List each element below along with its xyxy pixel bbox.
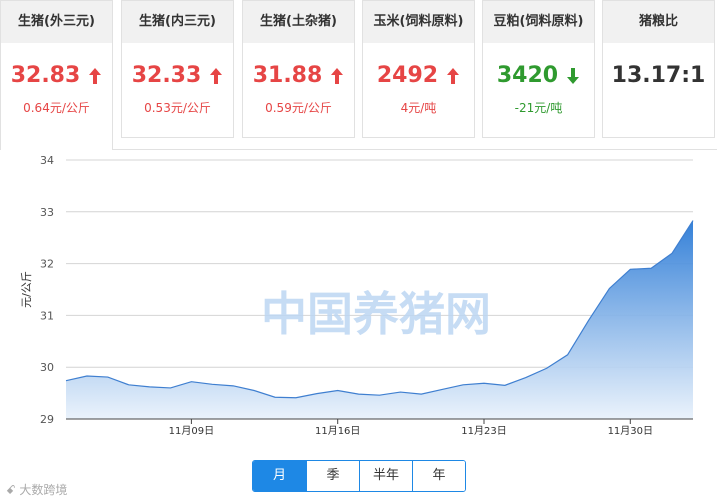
y-tick-label: 32 xyxy=(40,258,54,271)
card-title: 生猪(外三元) xyxy=(1,1,112,43)
price-chart: 29 30 31 32 33 34 元/公斤 11月09日 11月16日 11月23日 11月30日… xyxy=(20,154,694,437)
card-title: 豆粕(饲料原料) xyxy=(483,1,594,43)
arrow-down-icon xyxy=(567,68,580,84)
data-point xyxy=(128,384,130,386)
card-price: 2492 xyxy=(363,63,474,88)
card-change: 0.53元/公斤 xyxy=(144,101,211,115)
y-axis-label: 元/公斤 xyxy=(20,271,33,308)
data-point xyxy=(337,389,339,391)
data-point xyxy=(316,392,318,394)
data-point xyxy=(420,393,422,395)
data-point xyxy=(608,287,610,289)
card-price-value: 13.17:1 xyxy=(611,63,706,88)
card-price: 3420 xyxy=(483,63,594,88)
price-card-1[interactable]: 生猪(内三元) 32.33 0.53元/公斤 xyxy=(121,0,234,138)
y-tick-label: 29 xyxy=(40,413,54,426)
card-change: -21元/吨 xyxy=(514,101,563,115)
data-point xyxy=(274,396,276,398)
card-price-value: 2492 xyxy=(376,63,439,88)
card-price-value: 32.83 xyxy=(10,63,81,88)
data-point xyxy=(525,376,527,378)
y-tick-label: 34 xyxy=(40,154,54,167)
tab-2[interactable]: 半年 xyxy=(359,461,412,491)
data-point xyxy=(671,252,673,254)
price-card-2[interactable]: 生猪(土杂猪) 31.88 0.59元/公斤 xyxy=(242,0,355,138)
data-point xyxy=(253,389,255,391)
price-card-3[interactable]: 玉米(饲料原料) 2492 4元/吨 xyxy=(362,0,475,138)
card-change: 4元/吨 xyxy=(400,101,437,115)
period-tabs: 月季半年年 xyxy=(252,460,466,492)
data-point xyxy=(232,385,234,387)
data-point xyxy=(462,384,464,386)
data-point xyxy=(295,397,297,399)
card-title: 生猪(内三元) xyxy=(122,1,233,43)
data-point xyxy=(107,376,109,378)
price-card-5[interactable]: 猪粮比 13.17:1 xyxy=(602,0,715,138)
arrow-up-icon xyxy=(331,68,344,84)
arrow-up-icon xyxy=(210,68,223,84)
logo-icon: ꗃ xyxy=(6,483,16,497)
y-tick-label: 30 xyxy=(40,361,54,374)
data-point xyxy=(148,386,150,388)
card-price-value: 32.33 xyxy=(131,63,202,88)
price-card-4[interactable]: 豆粕(饲料原料) 3420 -21元/吨 xyxy=(482,0,595,138)
card-title: 玉米(饲料原料) xyxy=(363,1,474,43)
card-change: 0.64元/公斤 xyxy=(23,101,90,115)
data-point xyxy=(483,382,485,384)
card-title: 猪粮比 xyxy=(603,1,714,43)
y-tick-label: 33 xyxy=(40,206,54,219)
watermark: 中国养猪网 xyxy=(261,287,491,341)
tab-0[interactable]: 月 xyxy=(253,461,306,491)
data-point xyxy=(399,391,401,393)
x-tick-label: 11月30日 xyxy=(608,425,653,437)
price-cards: 生猪(外三元) 32.83 0.64元/公斤 生猪(内三元) 32.33 0.53元/公斤… xyxy=(0,0,717,150)
y-tick-label: 31 xyxy=(40,309,54,322)
data-point xyxy=(169,387,171,389)
x-tick-label: 11月09日 xyxy=(169,425,214,437)
tab-1[interactable]: 季 xyxy=(306,461,359,491)
x-tick-label: 11月23日 xyxy=(461,425,506,437)
data-point xyxy=(378,394,380,396)
card-change: 0.59元/公斤 xyxy=(265,101,332,115)
arrow-up-icon xyxy=(447,68,460,84)
tab-3[interactable]: 年 xyxy=(412,461,465,491)
data-point xyxy=(504,384,506,386)
data-point xyxy=(441,388,443,390)
data-point xyxy=(650,267,652,269)
card-price-value: 31.88 xyxy=(252,63,323,88)
data-point xyxy=(211,383,213,385)
card-price: 13.17:1 xyxy=(603,63,714,88)
arrow-up-icon xyxy=(89,68,102,84)
logo-text: 大数跨境 xyxy=(19,483,68,497)
data-point xyxy=(546,367,548,369)
x-tick-label: 11月16日 xyxy=(315,425,360,437)
chart-panel: 29 30 31 32 33 34 元/公斤 11月09日 11月16日 11月23日 11月30日… xyxy=(0,149,717,502)
data-point xyxy=(65,379,67,381)
card-title: 生猪(土杂猪) xyxy=(243,1,354,43)
data-point xyxy=(692,219,694,221)
price-card-0[interactable]: 生猪(外三元) 32.83 0.64元/公斤 xyxy=(0,0,113,150)
card-price: 32.83 xyxy=(1,63,112,88)
card-price: 31.88 xyxy=(243,63,354,88)
card-price: 32.33 xyxy=(122,63,233,88)
data-point xyxy=(587,319,589,321)
data-point xyxy=(629,268,631,270)
data-point xyxy=(357,393,359,395)
logo: ꗃ 大数跨境 xyxy=(6,481,67,498)
data-point xyxy=(566,354,568,356)
card-price-value: 3420 xyxy=(496,63,559,88)
data-point xyxy=(190,381,192,383)
data-point xyxy=(86,375,88,377)
